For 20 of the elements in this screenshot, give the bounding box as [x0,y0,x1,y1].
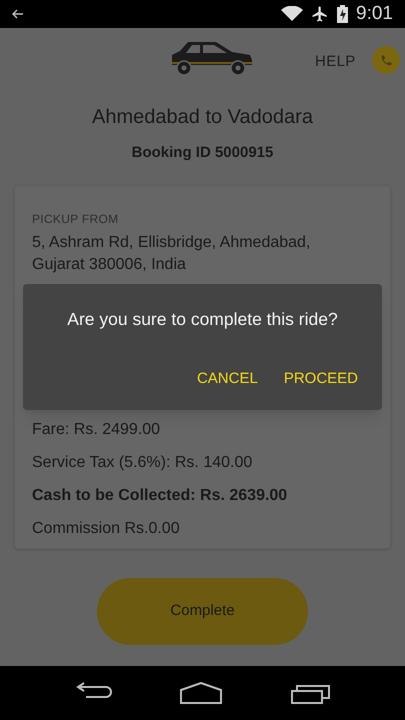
charge-line: Cash to be Collected: Rs. 2639.00 [32,486,288,506]
airplane-icon [311,5,330,23]
route-title: Ahmedabad to Vadodara [92,105,313,130]
back-arrow-icon[interactable] [12,9,24,19]
recent-apps-icon[interactable] [290,682,331,704]
dialog-button[interactable]: PROCEED [276,366,366,393]
status-time: 9:01 [356,2,393,26]
pickup-address: 5, Ashram Rd, Ellisbridge, Ahmedabad, Gujarat 380006, India [32,232,312,274]
wifi-icon [281,6,304,22]
charge-line: Fare: Rs. 2499.00 [32,420,162,440]
charge-line: Service Tax (5.6%): Rs. 140.00 [32,452,254,472]
charge-line: Commission Rs.0.00 [32,518,181,538]
car-icon [170,41,254,77]
battery-icon [337,5,348,23]
dialog-button[interactable]: CANCEL [188,366,266,393]
dialog-message: Are you sure to complete this ride? [66,308,339,331]
booking-id: Booking ID 5000915 [132,143,274,163]
phone-icon [380,54,392,66]
home-icon[interactable] [180,682,222,704]
pickup-label: PICKUP FROM [32,210,120,228]
